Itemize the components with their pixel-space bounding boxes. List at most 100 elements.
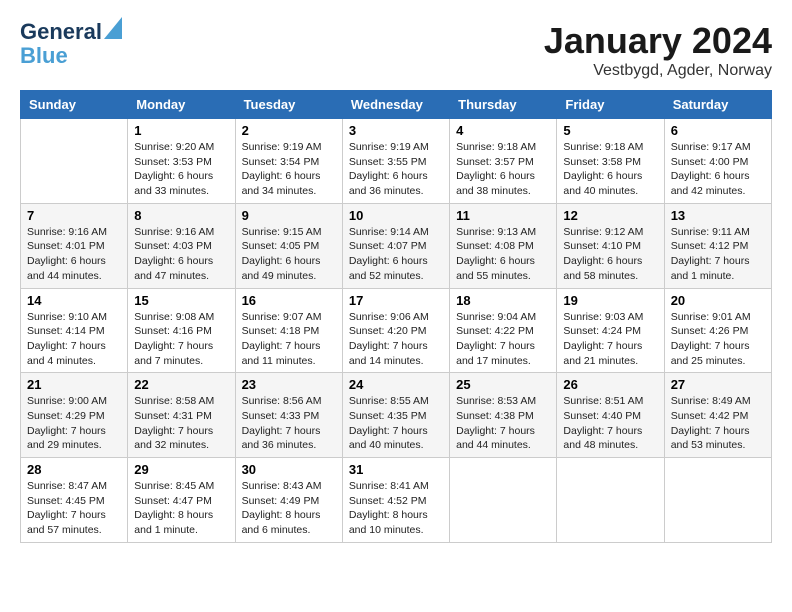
day-number: 30 — [242, 462, 336, 477]
day-info: Sunrise: 9:17 AM Sunset: 4:00 PM Dayligh… — [671, 140, 765, 199]
day-number: 8 — [134, 208, 228, 223]
day-number: 24 — [349, 377, 443, 392]
calendar-cell: 15 Sunrise: 9:08 AM Sunset: 4:16 PM Dayli… — [128, 288, 235, 373]
week-row-2: 7 Sunrise: 9:16 AM Sunset: 4:01 PM Daylig… — [21, 203, 772, 288]
location: Vestbygd, Agder, Norway — [544, 62, 772, 80]
day-info: Sunrise: 9:12 AM Sunset: 4:10 PM Dayligh… — [563, 225, 657, 284]
header-tuesday: Tuesday — [235, 91, 342, 119]
calendar-cell: 2 Sunrise: 9:19 AM Sunset: 3:54 PM Daylig… — [235, 119, 342, 204]
week-row-4: 21 Sunrise: 9:00 AM Sunset: 4:29 PM Dayli… — [21, 373, 772, 458]
calendar-cell: 28Sunrise: 8:47 AM Sunset: 4:45 PM Dayli… — [21, 458, 128, 543]
day-info: Sunrise: 9:16 AM Sunset: 4:01 PM Dayligh… — [27, 225, 121, 284]
day-number: 9 — [242, 208, 336, 223]
calendar-cell: 23 Sunrise: 8:56 AM Sunset: 4:33 PM Dayli… — [235, 373, 342, 458]
day-info: Sunrise: 9:19 AM Sunset: 3:54 PM Dayligh… — [242, 140, 336, 199]
day-info: Sunrise: 8:58 AM Sunset: 4:31 PM Dayligh… — [134, 394, 228, 453]
day-number: 10 — [349, 208, 443, 223]
day-number: 11 — [456, 208, 550, 223]
calendar-cell: 8 Sunrise: 9:16 AM Sunset: 4:03 PM Daylig… — [128, 203, 235, 288]
day-info: Sunrise: 9:10 AM Sunset: 4:14 PM Dayligh… — [27, 310, 121, 369]
day-info: Sunrise: 9:18 AM Sunset: 3:57 PM Dayligh… — [456, 140, 550, 199]
logo-general: General — [20, 20, 102, 44]
day-number: 3 — [349, 123, 443, 138]
day-info: Sunrise: 8:56 AM Sunset: 4:33 PM Dayligh… — [242, 394, 336, 453]
calendar-cell: 31 Sunrise: 8:41 AM Sunset: 4:52 PM Dayli… — [342, 458, 449, 543]
day-number: 2 — [242, 123, 336, 138]
week-row-1: 1 Sunrise: 9:20 AM Sunset: 3:53 PM Daylig… — [21, 119, 772, 204]
day-number: 15 — [134, 293, 228, 308]
day-number: 27 — [671, 377, 765, 392]
day-info: Sunrise: 9:04 AM Sunset: 4:22 PM Dayligh… — [456, 310, 550, 369]
day-info: Sunrise: 8:49 AM Sunset: 4:42 PM Dayligh… — [671, 394, 765, 453]
calendar-cell: 27 Sunrise: 8:49 AM Sunset: 4:42 PM Dayli… — [664, 373, 771, 458]
day-number: 13 — [671, 208, 765, 223]
calendar-cell: 3 Sunrise: 9:19 AM Sunset: 3:55 PM Daylig… — [342, 119, 449, 204]
calendar-cell: 21 Sunrise: 9:00 AM Sunset: 4:29 PM Dayli… — [21, 373, 128, 458]
logo-icon — [104, 17, 122, 39]
calendar-table: SundayMondayTuesdayWednesdayThursdayFrid… — [20, 90, 772, 543]
header-friday: Friday — [557, 91, 664, 119]
day-number: 23 — [242, 377, 336, 392]
calendar-cell: 12 Sunrise: 9:12 AM Sunset: 4:10 PM Dayli… — [557, 203, 664, 288]
week-row-5: 28Sunrise: 8:47 AM Sunset: 4:45 PM Dayli… — [21, 458, 772, 543]
calendar-cell: 14Sunrise: 9:10 AM Sunset: 4:14 PM Dayli… — [21, 288, 128, 373]
day-number: 19 — [563, 293, 657, 308]
calendar-cell: 20Sunrise: 9:01 AM Sunset: 4:26 PM Dayli… — [664, 288, 771, 373]
calendar-cell: 5Sunrise: 9:18 AM Sunset: 3:58 PM Daylig… — [557, 119, 664, 204]
calendar-cell: 10 Sunrise: 9:14 AM Sunset: 4:07 PM Dayli… — [342, 203, 449, 288]
day-number: 31 — [349, 462, 443, 477]
calendar-cell: 29 Sunrise: 8:45 AM Sunset: 4:47 PM Dayli… — [128, 458, 235, 543]
header-monday: Monday — [128, 91, 235, 119]
day-number: 26 — [563, 377, 657, 392]
calendar-cell: 19 Sunrise: 9:03 AM Sunset: 4:24 PM Dayli… — [557, 288, 664, 373]
day-info: Sunrise: 9:18 AM Sunset: 3:58 PM Dayligh… — [563, 140, 657, 199]
day-info: Sunrise: 8:45 AM Sunset: 4:47 PM Dayligh… — [134, 479, 228, 538]
calendar-cell — [557, 458, 664, 543]
day-info: Sunrise: 9:08 AM Sunset: 4:16 PM Dayligh… — [134, 310, 228, 369]
calendar-cell: 30Sunrise: 8:43 AM Sunset: 4:49 PM Dayli… — [235, 458, 342, 543]
title-block: January 2024 Vestbygd, Agder, Norway — [544, 20, 772, 80]
day-info: Sunrise: 8:51 AM Sunset: 4:40 PM Dayligh… — [563, 394, 657, 453]
day-info: Sunrise: 9:20 AM Sunset: 3:53 PM Dayligh… — [134, 140, 228, 199]
logo: General Blue — [20, 20, 122, 68]
page-header: General Blue January 2024 Vestbygd, Agde… — [20, 20, 772, 80]
calendar-cell: 18 Sunrise: 9:04 AM Sunset: 4:22 PM Dayli… — [450, 288, 557, 373]
calendar-header-row: SundayMondayTuesdayWednesdayThursdayFrid… — [21, 91, 772, 119]
calendar-cell: 26 Sunrise: 8:51 AM Sunset: 4:40 PM Dayli… — [557, 373, 664, 458]
calendar-cell: 11 Sunrise: 9:13 AM Sunset: 4:08 PM Dayli… — [450, 203, 557, 288]
calendar-cell — [21, 119, 128, 204]
calendar-cell: 4Sunrise: 9:18 AM Sunset: 3:57 PM Daylig… — [450, 119, 557, 204]
calendar-cell: 25 Sunrise: 8:53 AM Sunset: 4:38 PM Dayli… — [450, 373, 557, 458]
day-info: Sunrise: 9:07 AM Sunset: 4:18 PM Dayligh… — [242, 310, 336, 369]
week-row-3: 14Sunrise: 9:10 AM Sunset: 4:14 PM Dayli… — [21, 288, 772, 373]
day-number: 20 — [671, 293, 765, 308]
day-number: 6 — [671, 123, 765, 138]
day-info: Sunrise: 9:00 AM Sunset: 4:29 PM Dayligh… — [27, 394, 121, 453]
day-number: 28 — [27, 462, 121, 477]
calendar-cell: 7 Sunrise: 9:16 AM Sunset: 4:01 PM Daylig… — [21, 203, 128, 288]
day-info: Sunrise: 8:53 AM Sunset: 4:38 PM Dayligh… — [456, 394, 550, 453]
calendar-cell: 9Sunrise: 9:15 AM Sunset: 4:05 PM Daylig… — [235, 203, 342, 288]
day-number: 1 — [134, 123, 228, 138]
day-info: Sunrise: 9:03 AM Sunset: 4:24 PM Dayligh… — [563, 310, 657, 369]
day-number: 18 — [456, 293, 550, 308]
day-info: Sunrise: 8:41 AM Sunset: 4:52 PM Dayligh… — [349, 479, 443, 538]
day-number: 12 — [563, 208, 657, 223]
header-wednesday: Wednesday — [342, 91, 449, 119]
day-number: 29 — [134, 462, 228, 477]
day-info: Sunrise: 9:16 AM Sunset: 4:03 PM Dayligh… — [134, 225, 228, 284]
day-number: 7 — [27, 208, 121, 223]
calendar-cell: 17 Sunrise: 9:06 AM Sunset: 4:20 PM Dayli… — [342, 288, 449, 373]
day-number: 17 — [349, 293, 443, 308]
day-info: Sunrise: 9:14 AM Sunset: 4:07 PM Dayligh… — [349, 225, 443, 284]
header-saturday: Saturday — [664, 91, 771, 119]
day-number: 16 — [242, 293, 336, 308]
day-info: Sunrise: 9:11 AM Sunset: 4:12 PM Dayligh… — [671, 225, 765, 284]
day-info: Sunrise: 9:19 AM Sunset: 3:55 PM Dayligh… — [349, 140, 443, 199]
day-info: Sunrise: 9:06 AM Sunset: 4:20 PM Dayligh… — [349, 310, 443, 369]
calendar-cell: 22Sunrise: 8:58 AM Sunset: 4:31 PM Dayli… — [128, 373, 235, 458]
day-number: 25 — [456, 377, 550, 392]
month-title: January 2024 — [544, 20, 772, 62]
day-info: Sunrise: 9:13 AM Sunset: 4:08 PM Dayligh… — [456, 225, 550, 284]
day-number: 21 — [27, 377, 121, 392]
